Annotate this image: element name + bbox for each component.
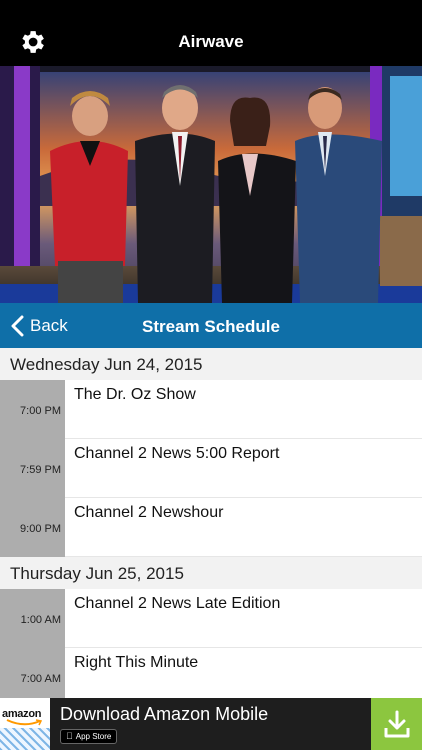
- show-time: 7:00 PM: [20, 405, 61, 417]
- hero-image: [0, 66, 422, 303]
- download-icon: [384, 710, 409, 738]
- apple-icon: : [66, 730, 73, 743]
- show-time: 1:00 AM: [20, 614, 61, 626]
- schedule-row[interactable]: 7:59 PM Channel 2 News 5:00 Report: [0, 439, 422, 498]
- app-store-badge:  App Store: [60, 729, 118, 744]
- amazon-logo: amazon: [0, 698, 50, 750]
- time-cell: 7:59 PM: [0, 439, 65, 498]
- show-time: 7:59 PM: [20, 464, 61, 476]
- show-title: Channel 2 News 5:00 Report: [74, 445, 280, 462]
- schedule-row[interactable]: 9:00 PM Channel 2 Newshour: [0, 498, 422, 557]
- schedule-row[interactable]: 7:00 PM The Dr. Oz Show: [0, 380, 422, 439]
- ad-pattern: [0, 728, 50, 750]
- show-time: 9:00 PM: [20, 523, 61, 535]
- app-store-label: App Store: [69, 732, 112, 741]
- download-button[interactable]: [371, 698, 422, 750]
- show-title: The Dr. Oz Show: [74, 386, 196, 403]
- page-title: Stream Schedule: [142, 317, 280, 336]
- show-title: Channel 2 Newshour: [74, 504, 224, 521]
- time-cell: 9:00 PM: [0, 498, 65, 557]
- time-cell: 7:00 AM: [0, 648, 65, 698]
- app-title: Airwave: [178, 32, 244, 51]
- schedule-list[interactable]: Wednesday Jun 24, 2015 7:00 PM The Dr. O…: [0, 348, 422, 698]
- time-cell: 7:00 PM: [0, 380, 65, 439]
- show-time: 7:00 AM: [20, 673, 61, 685]
- schedule-row[interactable]: 7:00 AM Right This Minute: [0, 648, 422, 698]
- day-header: Wednesday Jun 24, 2015: [0, 348, 422, 380]
- day-header: Thursday Jun 25, 2015: [0, 557, 422, 589]
- schedule-row[interactable]: 1:00 AM Channel 2 News Late Edition: [0, 589, 422, 648]
- schedule-navbar: Back Stream Schedule: [0, 303, 422, 348]
- time-cell: 1:00 AM: [0, 589, 65, 648]
- amazon-smile-icon: [6, 719, 42, 726]
- show-title: Channel 2 News Late Edition: [74, 595, 281, 612]
- show-title: Right This Minute: [74, 654, 199, 671]
- ad-title: Download Amazon Mobile: [60, 704, 269, 724]
- ad-banner[interactable]: amazon Download Amazon Mobile  App Stor…: [0, 698, 422, 750]
- app-header: Airwave: [0, 0, 422, 66]
